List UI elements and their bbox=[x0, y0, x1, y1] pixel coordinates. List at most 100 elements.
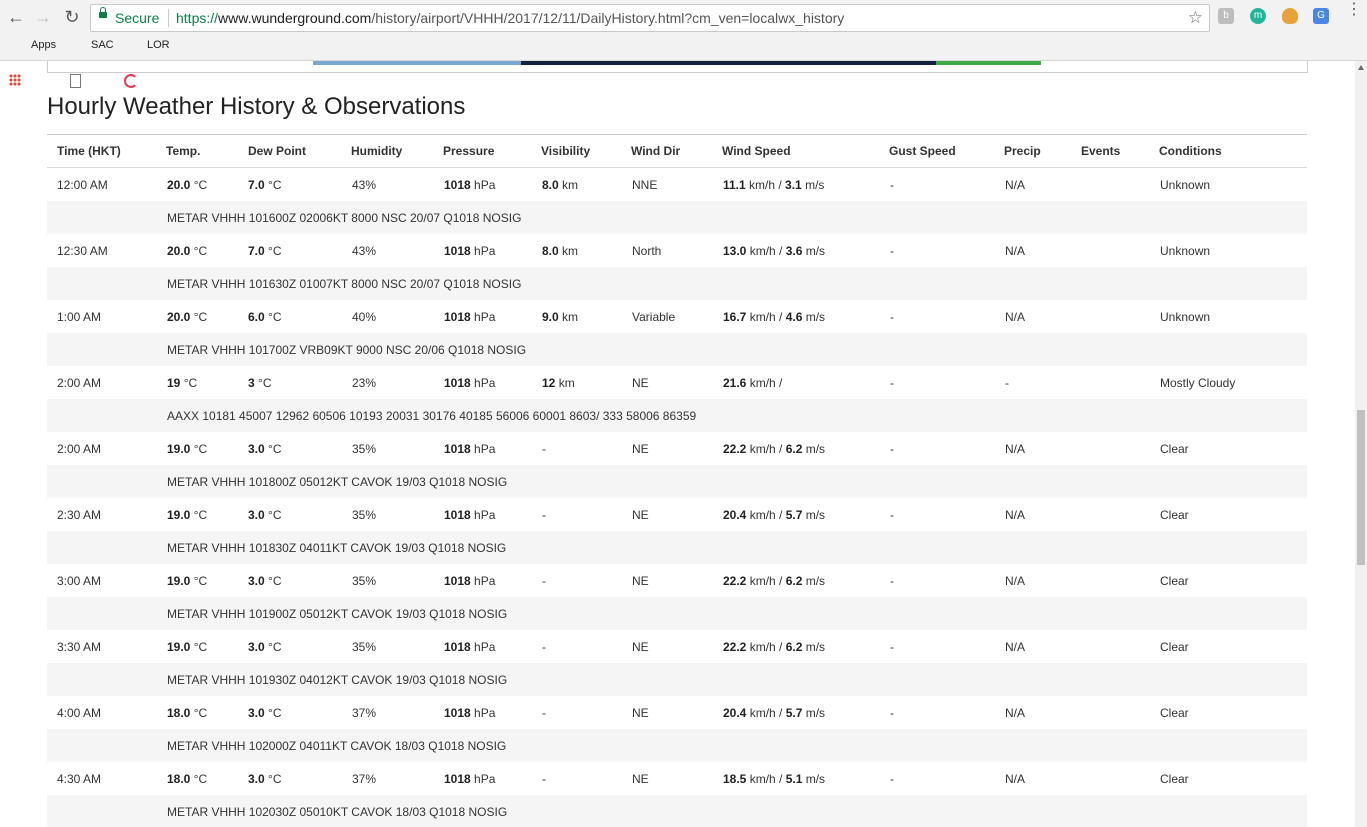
visibility-value: 12 bbox=[542, 376, 556, 390]
temp-unit: °C bbox=[190, 442, 208, 456]
cell-wind-speed: 22.2 km/h / 6.2 m/s bbox=[723, 574, 825, 588]
dew-unit: °C bbox=[264, 310, 282, 324]
header-time[interactable]: Time (HKT) bbox=[57, 144, 121, 158]
url-path: /history/airport/VHHH/2017/12/11/DailyHi… bbox=[371, 10, 845, 26]
pressure-unit: hPa bbox=[470, 310, 496, 324]
metar-text: METAR VHHH 101630Z 01007KT 8000 NSC 20/0… bbox=[167, 277, 522, 291]
header-events[interactable]: Events bbox=[1081, 144, 1120, 158]
header-temp[interactable]: Temp. bbox=[166, 144, 200, 158]
table-row: 3:00 AM 19.0 °C 3.0 °C 35% 1018 hPa - NE 22.2 k… bbox=[47, 564, 1307, 597]
table-row: 2:00 AM 19 °C 3 °C 23% 1018 hPa 12 km NE 21.6 k… bbox=[47, 366, 1307, 399]
table-row: 12:30 AM 20.0 °C 7.0 °C 43% 1018 hPa 8.0 km No… bbox=[47, 234, 1307, 267]
cell-visibility: - bbox=[542, 508, 546, 522]
wind-kmh-unit: km/h / bbox=[746, 310, 786, 324]
cell-temp: 18.0 °C bbox=[167, 772, 207, 786]
wind-kmh-unit: km/h / bbox=[746, 772, 786, 786]
temp-value: 20.0 bbox=[167, 244, 191, 258]
visibility-unit: km bbox=[555, 376, 575, 390]
cell-precip: N/A bbox=[1005, 508, 1026, 522]
cell-dew-point: 3.0 °C bbox=[248, 706, 282, 720]
back-button[interactable]: ← bbox=[5, 6, 27, 28]
cell-wind-dir: NE bbox=[632, 508, 649, 522]
temp-value: 19.0 bbox=[167, 574, 191, 588]
metar-text: AAXX 10181 45007 12962 60506 10193 20031… bbox=[167, 409, 697, 423]
reload-button[interactable]: ↻ bbox=[61, 6, 83, 28]
visibility-value: 8.0 bbox=[542, 244, 559, 258]
cell-time: 1:00 AM bbox=[57, 310, 102, 324]
browser-toolbar: ← → ↻ Secure https://www.wunderground.co… bbox=[0, 0, 1367, 34]
wind-ms-value: 4.6 bbox=[785, 310, 803, 324]
dew-unit: °C bbox=[254, 376, 272, 390]
cell-visibility: - bbox=[542, 640, 546, 654]
wind-kmh-value: 18.5 bbox=[723, 772, 747, 786]
header-visibility[interactable]: Visibility bbox=[541, 144, 590, 158]
metar-row: AAXX 10181 45007 12962 60506 10193 20031… bbox=[47, 399, 1307, 432]
cell-time: 3:00 AM bbox=[57, 574, 102, 588]
extension-bowl-icon[interactable] bbox=[1282, 8, 1298, 24]
cell-humidity: 37% bbox=[352, 706, 377, 720]
ad-banner[interactable] bbox=[47, 61, 1308, 73]
extension-b-icon[interactable]: b bbox=[1218, 8, 1234, 24]
cell-wind-dir: NE bbox=[632, 706, 649, 720]
temp-unit: °C bbox=[190, 310, 208, 324]
cell-pressure: 1018 hPa bbox=[444, 376, 495, 390]
cell-dew-point: 3.0 °C bbox=[248, 574, 282, 588]
header-pressure[interactable]: Pressure bbox=[443, 144, 494, 158]
cell-dew-point: 3.0 °C bbox=[248, 508, 282, 522]
dew-unit: °C bbox=[264, 244, 282, 258]
translate-extension-icon[interactable]: G bbox=[1313, 8, 1329, 24]
bookmark-apps[interactable]: Apps bbox=[31, 39, 56, 51]
cell-gust-speed: - bbox=[890, 706, 894, 720]
cell-time: 12:00 AM bbox=[57, 178, 108, 192]
temp-value: 18.0 bbox=[167, 706, 191, 720]
cell-humidity: 23% bbox=[352, 376, 377, 390]
metar-row: METAR VHHH 101700Z VRB09KT 9000 NSC 20/0… bbox=[47, 333, 1307, 366]
header-humidity[interactable]: Humidity bbox=[351, 144, 402, 158]
cell-wind-speed: 20.4 km/h / 5.7 m/s bbox=[723, 706, 825, 720]
wind-kmh-unit: km/h / bbox=[746, 376, 783, 390]
bookmark-sac[interactable]: SAC bbox=[91, 39, 114, 51]
header-gust-speed[interactable]: Gust Speed bbox=[889, 144, 956, 158]
wind-ms-unit: m/s bbox=[802, 574, 826, 588]
scroll-up-arrow-icon[interactable] bbox=[1358, 65, 1364, 70]
header-conditions[interactable]: Conditions bbox=[1159, 144, 1222, 158]
bookmark-star-icon[interactable]: ☆ bbox=[1188, 8, 1203, 28]
wind-kmh-unit: km/h / bbox=[746, 244, 786, 258]
address-bar[interactable]: Secure https://www.wunderground.com/hist… bbox=[90, 4, 1210, 32]
pressure-unit: hPa bbox=[470, 640, 496, 654]
scrollbar-thumb[interactable] bbox=[1357, 410, 1365, 565]
cell-conditions: Clear bbox=[1160, 640, 1189, 654]
cell-humidity: 40% bbox=[352, 310, 377, 324]
metar-text: METAR VHHH 102030Z 05010KT CAVOK 18/03 Q… bbox=[167, 805, 508, 819]
header-precip[interactable]: Precip bbox=[1004, 144, 1041, 158]
url-text[interactable]: https://www.wunderground.com/history/air… bbox=[176, 10, 844, 26]
pressure-value: 1018 bbox=[444, 376, 471, 390]
cell-pressure: 1018 hPa bbox=[444, 640, 495, 654]
metar-text: METAR VHHH 101930Z 04012KT CAVOK 19/03 Q… bbox=[167, 673, 508, 687]
pressure-unit: hPa bbox=[470, 376, 496, 390]
cell-pressure: 1018 hPa bbox=[444, 706, 495, 720]
cell-conditions: Clear bbox=[1160, 508, 1189, 522]
cell-temp: 19.0 °C bbox=[167, 640, 207, 654]
bookmark-lor[interactable]: LOR bbox=[147, 39, 170, 51]
page-scrollbar[interactable] bbox=[1355, 61, 1367, 827]
cell-pressure: 1018 hPa bbox=[444, 508, 495, 522]
cell-dew-point: 3.0 °C bbox=[248, 640, 282, 654]
table-body: 12:00 AM 20.0 °C 7.0 °C 43% 1018 hPa 8.0 km NN… bbox=[47, 168, 1307, 827]
extension-m-icon[interactable]: m bbox=[1250, 8, 1266, 24]
dew-unit: °C bbox=[264, 640, 282, 654]
wind-kmh-value: 20.4 bbox=[723, 508, 747, 522]
pressure-value: 1018 bbox=[444, 772, 471, 786]
browser-menu-icon[interactable]: ⋮ bbox=[1346, 2, 1362, 18]
header-wind-speed[interactable]: Wind Speed bbox=[722, 144, 791, 158]
header-wind-dir[interactable]: Wind Dir bbox=[631, 144, 680, 158]
forward-button[interactable]: → bbox=[32, 6, 54, 28]
secure-label: Secure bbox=[115, 10, 160, 26]
page-content: Hourly Weather History & Observations Ti… bbox=[0, 61, 1355, 827]
header-dew-point[interactable]: Dew Point bbox=[248, 144, 306, 158]
wind-ms-value: 6.2 bbox=[785, 640, 803, 654]
dew-unit: °C bbox=[264, 178, 282, 192]
cell-precip: - bbox=[1005, 376, 1009, 390]
visibility-unit: km bbox=[558, 178, 579, 192]
wind-ms-unit: m/s bbox=[802, 508, 826, 522]
